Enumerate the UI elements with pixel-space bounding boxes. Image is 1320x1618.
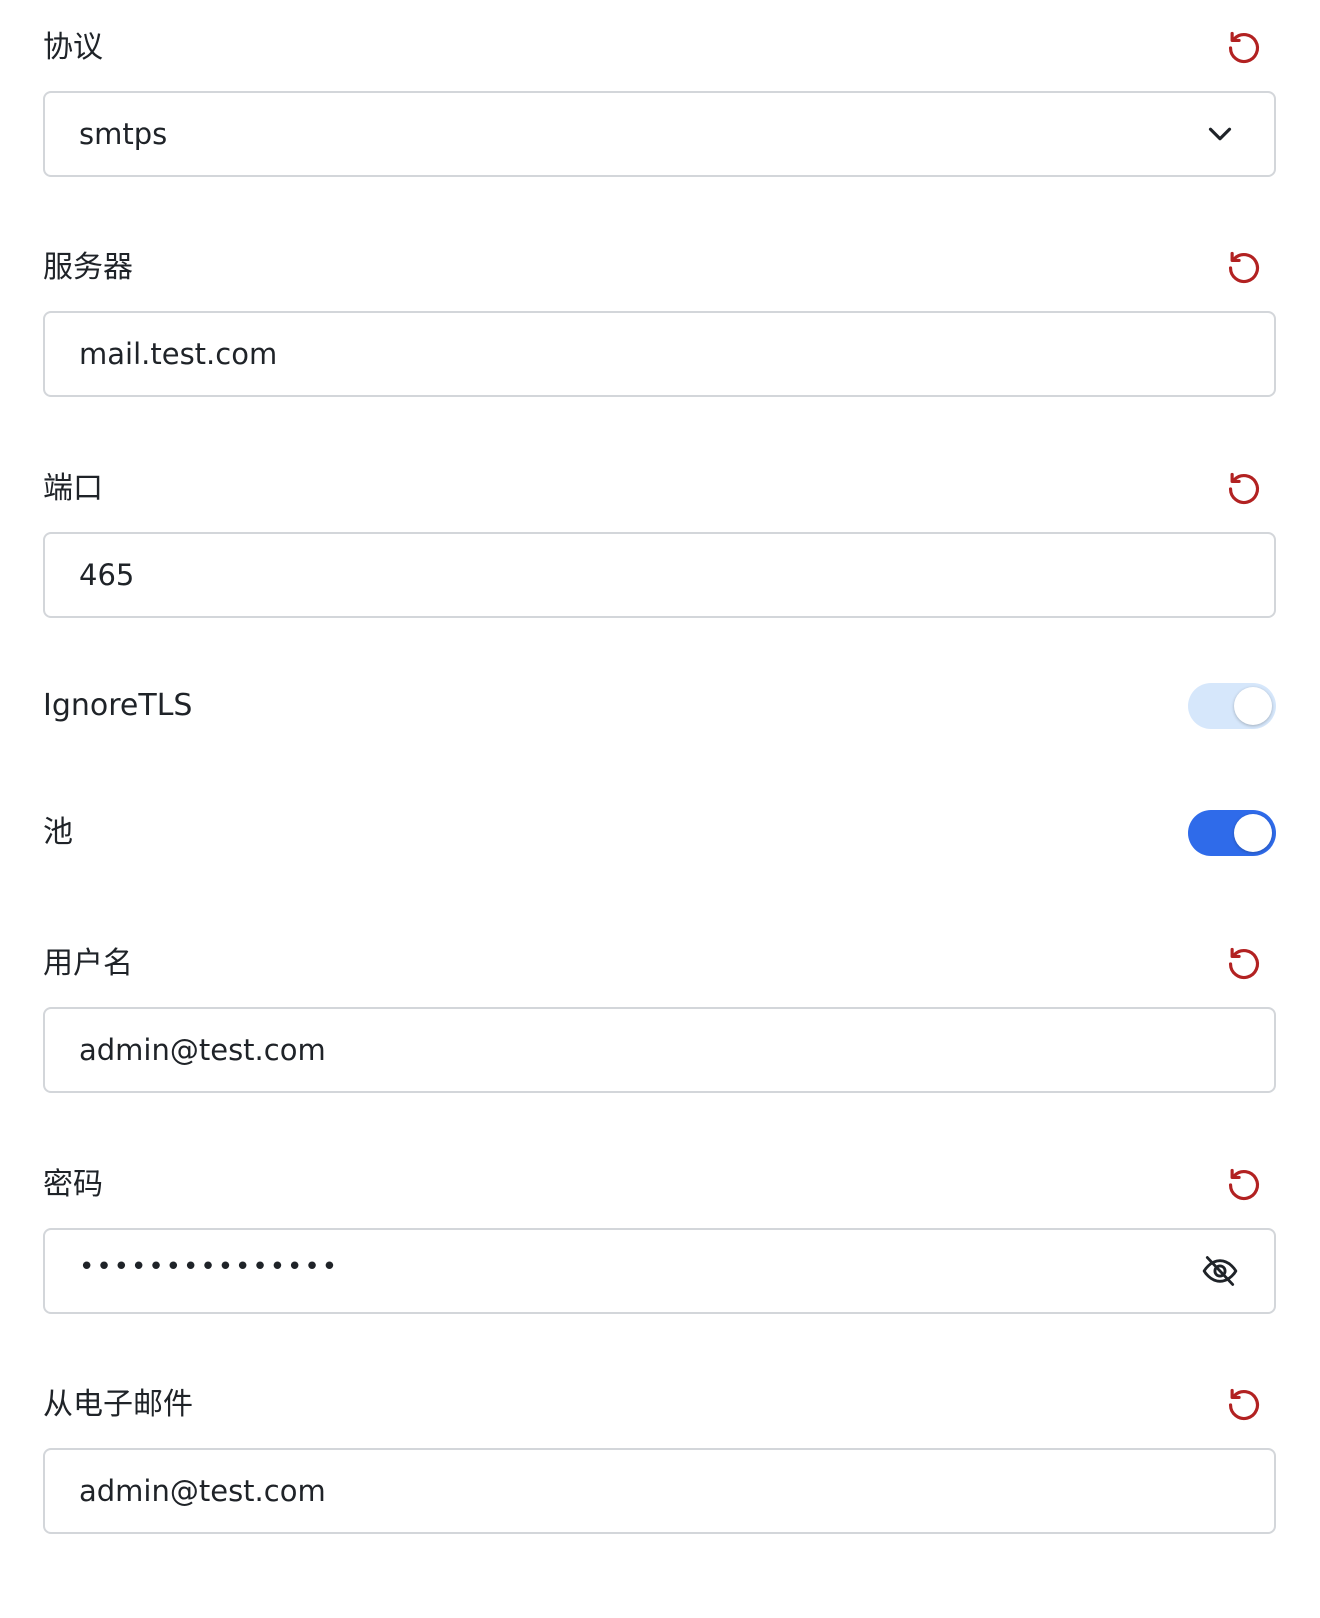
- protocol-label: 协议: [43, 30, 103, 65]
- password-input[interactable]: •••••••••••••••: [43, 1228, 1276, 1314]
- password-masked-value: •••••••••••••••: [79, 1252, 340, 1282]
- toggle-knob: [1234, 814, 1272, 852]
- port-input-value: 465: [79, 558, 135, 592]
- password-label: 密码: [43, 1167, 103, 1202]
- reset-icon: [1228, 1388, 1260, 1421]
- chevron-down-icon[interactable]: [1200, 114, 1240, 154]
- ignore-tls-toggle[interactable]: [1188, 683, 1276, 729]
- from-email-label: 从电子邮件: [43, 1387, 193, 1422]
- toggle-knob: [1234, 687, 1272, 725]
- eye-off-icon[interactable]: [1200, 1251, 1240, 1291]
- username-label: 用户名: [43, 946, 133, 981]
- username-input-value: admin@test.com: [79, 1033, 326, 1067]
- password-reset-button[interactable]: [1224, 1165, 1264, 1205]
- username-input[interactable]: admin@test.com: [43, 1007, 1276, 1093]
- port-label: 端口: [43, 471, 103, 506]
- pool-label: 池: [43, 815, 73, 850]
- server-label: 服务器: [43, 250, 133, 285]
- from-email-input[interactable]: admin@test.com: [43, 1448, 1276, 1534]
- server-input-value: mail.test.com: [79, 337, 278, 371]
- username-reset-button[interactable]: [1224, 944, 1264, 984]
- pool-toggle[interactable]: [1188, 810, 1276, 856]
- server-reset-button[interactable]: [1224, 248, 1264, 288]
- reset-icon: [1228, 31, 1260, 64]
- protocol-selected-value: smtps: [79, 117, 168, 151]
- server-input[interactable]: mail.test.com: [43, 311, 1276, 397]
- protocol-reset-button[interactable]: [1224, 28, 1264, 68]
- from-email-input-value: admin@test.com: [79, 1474, 326, 1508]
- port-reset-button[interactable]: [1224, 469, 1264, 509]
- ignore-tls-label: IgnoreTLS: [43, 688, 193, 723]
- reset-icon: [1228, 251, 1260, 284]
- reset-icon: [1228, 472, 1260, 505]
- reset-icon: [1228, 947, 1260, 980]
- port-input[interactable]: 465: [43, 532, 1276, 618]
- reset-icon: [1228, 1168, 1260, 1201]
- protocol-select[interactable]: smtps: [43, 91, 1276, 177]
- from-email-reset-button[interactable]: [1224, 1385, 1264, 1425]
